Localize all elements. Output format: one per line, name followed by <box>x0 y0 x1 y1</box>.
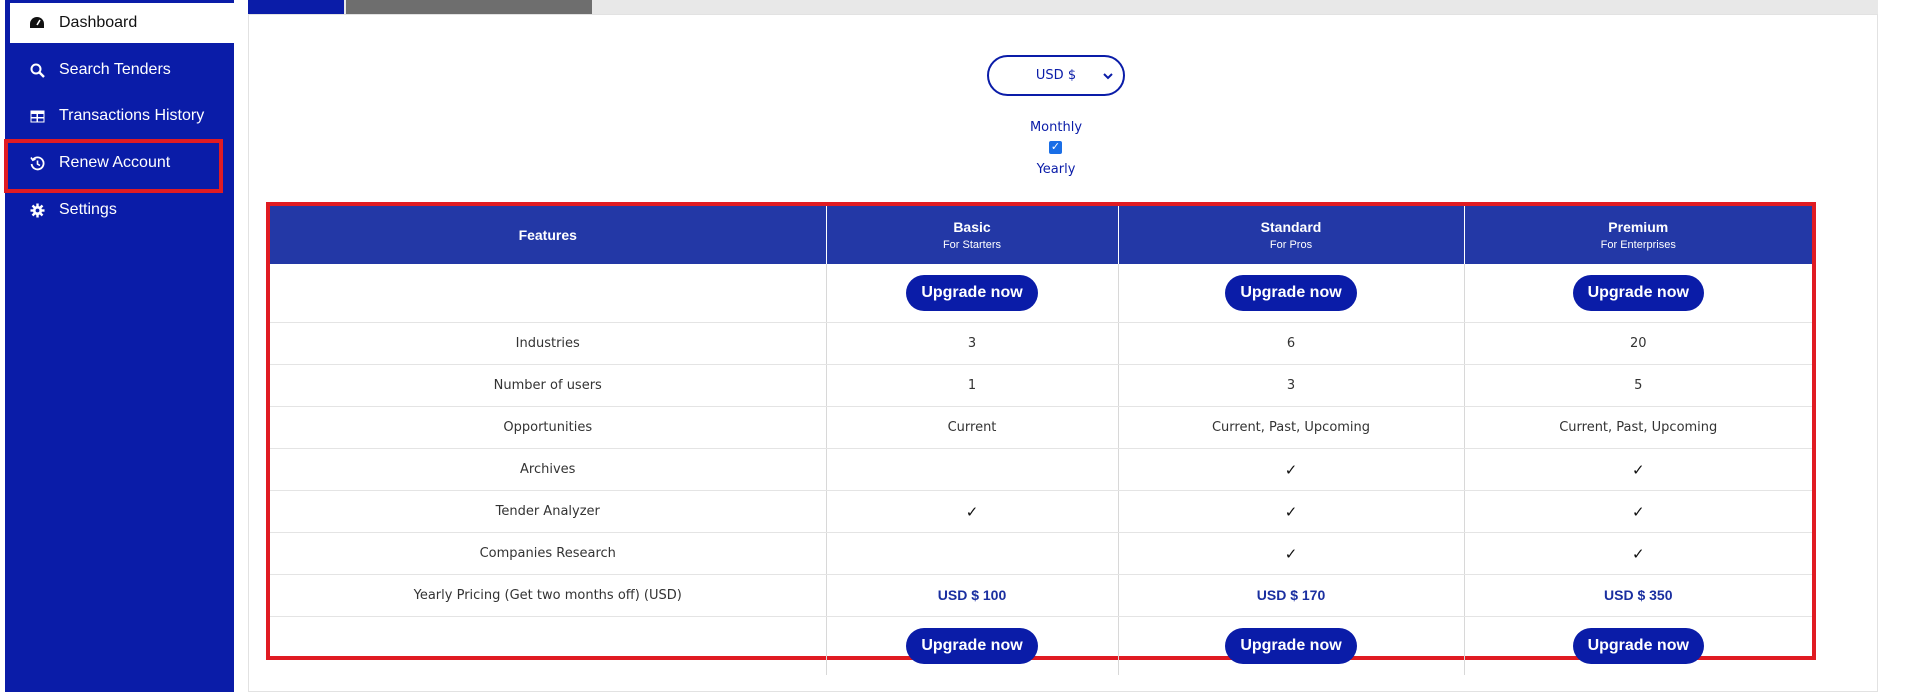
feature-label: Industries <box>270 322 827 365</box>
price-premium: USD $ 350 <box>1604 587 1673 603</box>
sidebar-item-dashboard[interactable]: Dashboard <box>10 3 234 43</box>
plan-tagline: For Enterprises <box>1600 239 1676 251</box>
search-icon <box>28 61 46 79</box>
table-cell: Upgrade now <box>826 616 1119 675</box>
table-cell: Current, Past, Upcoming <box>1464 406 1812 449</box>
feature-label: Tender Analyzer <box>270 490 827 533</box>
sidebar-item-label: Settings <box>59 201 117 218</box>
sidebar-item-label: Dashboard <box>59 14 138 31</box>
upgrade-button-standard[interactable]: Upgrade now <box>1225 275 1357 311</box>
table-cell: 1 <box>826 364 1119 407</box>
feature-label: Archives <box>270 448 827 491</box>
table-cell: Upgrade now <box>1464 264 1812 323</box>
table-row: Upgrade now Upgrade now Upgrade now <box>270 264 1812 323</box>
price-basic: USD $ 100 <box>937 587 1007 603</box>
plan-name: Basic <box>953 219 991 235</box>
check-icon <box>826 448 1119 491</box>
check-icon: ✓ <box>1118 448 1465 491</box>
table-icon <box>28 107 46 125</box>
table-cell: USD $ 100 <box>826 574 1119 617</box>
check-icon: ✓ <box>1464 532 1812 575</box>
check-icon: ✓ <box>1118 490 1465 533</box>
upgrade-button-basic[interactable]: Upgrade now <box>906 275 1038 311</box>
table-cell: 3 <box>1118 364 1465 407</box>
table-cell: Upgrade now <box>1118 616 1465 675</box>
table-cell: 3 <box>826 322 1119 365</box>
price-standard: USD $ 170 <box>1256 587 1326 603</box>
sidebar-item-label: Search Tenders <box>59 61 171 78</box>
table-row: Yearly Pricing (Get two months off) (USD… <box>270 574 1812 617</box>
features-header: Features <box>270 206 827 264</box>
sidebar-item-transactions-history[interactable]: Transactions History <box>10 96 234 136</box>
plan-header-basic: Basic For Starters <box>826 206 1119 264</box>
billing-period-toggle[interactable]: ✓ <box>1049 141 1062 154</box>
table-cell: USD $ 350 <box>1464 574 1812 617</box>
feature-label: Companies Research <box>270 532 827 575</box>
table-row: Companies Research ✓ ✓ <box>270 532 1812 575</box>
plan-header-premium: Premium For Enterprises <box>1464 206 1812 264</box>
table-cell: Upgrade now <box>1464 617 1812 676</box>
table-row: Industries 3 6 20 <box>270 322 1812 365</box>
plan-tagline: For Starters <box>942 239 1002 251</box>
check-icon <box>826 532 1119 575</box>
monthly-label[interactable]: Monthly <box>960 120 1152 135</box>
table-cell: Current <box>826 406 1119 449</box>
check-icon: ✓ <box>826 490 1119 533</box>
renew-account-highlight <box>4 139 223 193</box>
plan-tagline: For Pros <box>1269 239 1313 251</box>
currency-value: USD $ <box>1035 68 1077 83</box>
sidebar-item-search-tenders[interactable]: Search Tenders <box>10 50 234 90</box>
check-icon: ✓ <box>1464 448 1812 491</box>
plan-name: Premium <box>1608 219 1669 235</box>
tab-active[interactable] <box>248 0 344 14</box>
table-cell: USD $ 170 <box>1118 574 1465 617</box>
gauge-icon <box>28 14 46 32</box>
table-cell: 6 <box>1118 322 1465 365</box>
yearly-label[interactable]: Yearly <box>960 162 1152 177</box>
upgrade-button-premium[interactable]: Upgrade now <box>1572 275 1704 311</box>
currency-select[interactable]: USD $ <box>987 55 1125 96</box>
plan-header-standard: Standard For Pros <box>1118 206 1465 264</box>
table-row: Archives ✓ ✓ <box>270 448 1812 491</box>
table-row: Opportunities Current Current, Past, Upc… <box>270 406 1812 449</box>
tab-inactive[interactable] <box>346 0 592 14</box>
pricing-label: Yearly Pricing (Get two months off) (USD… <box>270 574 827 617</box>
gear-icon <box>28 201 46 219</box>
table-row: Tender Analyzer ✓ ✓ ✓ <box>270 490 1812 533</box>
plan-name: Standard <box>1260 219 1322 235</box>
sidebar-item-label: Transactions History <box>59 107 205 124</box>
table-cell: 20 <box>1464 322 1812 365</box>
feature-label: Opportunities <box>270 406 827 449</box>
sidebar-item-settings[interactable]: Settings <box>10 190 234 230</box>
chevron-down-icon <box>1103 69 1113 83</box>
table-cell <box>270 616 827 675</box>
table-cell: Upgrade now <box>826 264 1119 323</box>
table-cell: Upgrade now <box>1118 264 1465 323</box>
table-cell: 5 <box>1464 364 1812 407</box>
check-icon: ✓ <box>1464 490 1812 533</box>
check-icon: ✓ <box>1118 532 1465 575</box>
upgrade-button-basic[interactable]: Upgrade now <box>906 628 1038 664</box>
table-cell: Current, Past, Upcoming <box>1118 406 1465 449</box>
sidebar: Dashboard Search Tenders Transactions Hi… <box>0 0 234 692</box>
plans-table: Features Basic For Starters Standard For… <box>270 206 1812 675</box>
upgrade-button-standard[interactable]: Upgrade now <box>1225 628 1357 664</box>
table-cell <box>270 264 827 323</box>
feature-label: Number of users <box>270 364 827 407</box>
table-row: Number of users 1 3 5 <box>270 364 1812 407</box>
upgrade-button-premium[interactable]: Upgrade now <box>1572 628 1704 664</box>
table-row: Upgrade now Upgrade now Upgrade now <box>270 616 1812 676</box>
